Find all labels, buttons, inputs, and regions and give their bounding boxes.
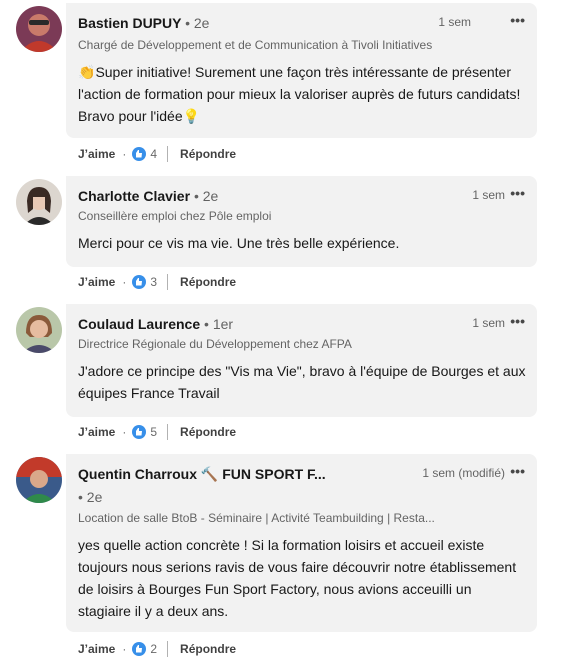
avatar[interactable] bbox=[16, 179, 62, 225]
reply-button[interactable]: Répondre bbox=[180, 425, 236, 439]
comment-text: 👏Super initiative! Surement une façon tr… bbox=[78, 64, 521, 124]
like-button[interactable]: J’aime bbox=[78, 642, 115, 656]
reply-button[interactable]: Répondre bbox=[180, 642, 236, 656]
divider bbox=[167, 146, 169, 162]
connection-degree: • 2e bbox=[185, 15, 210, 31]
comment-text: J'adore ce principe des "Vis ma Vie", br… bbox=[78, 363, 526, 401]
like-button[interactable]: J’aime bbox=[78, 425, 115, 439]
author-headline: Directrice Régionale du Développement ch… bbox=[78, 337, 352, 351]
lightbulb-icon: 💡 bbox=[182, 108, 201, 124]
comment-actions: J’aime · 3 Répondre bbox=[78, 273, 236, 291]
connection-degree: • 1er bbox=[204, 316, 234, 332]
comment-text: Merci pour ce vis ma vie. Une très belle… bbox=[78, 235, 400, 251]
more-options-icon[interactable]: ••• bbox=[510, 313, 525, 329]
divider bbox=[167, 641, 169, 657]
connection-degree: • 2e bbox=[193, 188, 219, 204]
author-headline: Conseillère emploi chez Pôle emploi bbox=[78, 209, 272, 223]
like-reaction-icon[interactable] bbox=[132, 147, 147, 161]
author-name[interactable]: Bastien DUPUY • 2e bbox=[78, 15, 209, 31]
comment-bubble: Bastien DUPUY • 2e Chargé de Développeme… bbox=[66, 3, 537, 138]
author-name-suffix: 🔨 FUN SPORT F... bbox=[200, 466, 326, 482]
timestamp: 1 sem bbox=[438, 15, 471, 29]
separator-dot: · bbox=[122, 642, 127, 656]
comment-actions: J’aime · 2 Répondre bbox=[78, 640, 236, 658]
like-reaction-icon[interactable] bbox=[132, 275, 147, 289]
avatar[interactable] bbox=[16, 307, 62, 353]
comment-actions: J’aime · 5 Répondre bbox=[78, 423, 236, 441]
timestamp: 1 sem (modifié) bbox=[422, 466, 505, 480]
comment-bubble: Coulaud Laurence • 1er Directrice Région… bbox=[66, 304, 537, 417]
reaction-count[interactable]: 5 bbox=[150, 425, 157, 439]
reply-button[interactable]: Répondre bbox=[180, 275, 236, 289]
avatar[interactable] bbox=[16, 6, 62, 52]
like-button[interactable]: J’aime bbox=[78, 275, 115, 289]
comment-actions: J’aime · 4 Répondre bbox=[78, 145, 236, 163]
timestamp: 1 sem bbox=[472, 188, 505, 202]
divider bbox=[167, 424, 169, 440]
author-headline: Location de salle BtoB - Séminaire | Act… bbox=[78, 511, 435, 525]
more-options-icon[interactable]: ••• bbox=[510, 463, 525, 479]
author-headline: Chargé de Développement et de Communicat… bbox=[78, 38, 433, 52]
author-name[interactable]: Quentin Charroux 🔨 FUN SPORT F... bbox=[78, 466, 326, 483]
clapping-hands-icon: 👏 bbox=[78, 64, 96, 80]
reaction-count[interactable]: 3 bbox=[150, 275, 157, 289]
reaction-count[interactable]: 4 bbox=[150, 147, 157, 161]
divider bbox=[167, 274, 169, 290]
connection-degree: • 2e bbox=[78, 489, 103, 505]
reply-button[interactable]: Répondre bbox=[180, 147, 236, 161]
separator-dot: · bbox=[122, 275, 127, 289]
timestamp: 1 sem bbox=[472, 316, 505, 330]
more-options-icon[interactable]: ••• bbox=[510, 185, 525, 201]
separator-dot: · bbox=[122, 147, 127, 161]
comment-bubble: Quentin Charroux 🔨 FUN SPORT F... • 2e L… bbox=[66, 454, 537, 632]
comment-bubble: Charlotte Clavier • 2e Conseillère emplo… bbox=[66, 176, 537, 267]
separator-dot: · bbox=[122, 425, 127, 439]
like-reaction-icon[interactable] bbox=[132, 425, 147, 439]
avatar[interactable] bbox=[16, 457, 62, 503]
more-options-icon[interactable]: ••• bbox=[510, 12, 525, 28]
author-name[interactable]: Coulaud Laurence • 1er bbox=[78, 316, 233, 332]
reaction-count[interactable]: 2 bbox=[150, 642, 157, 656]
author-name[interactable]: Charlotte Clavier • 2e bbox=[78, 188, 218, 204]
like-reaction-icon[interactable] bbox=[132, 642, 147, 656]
like-button[interactable]: J’aime bbox=[78, 147, 115, 161]
comment-text: yes quelle action concrète ! Si la forma… bbox=[78, 537, 517, 619]
